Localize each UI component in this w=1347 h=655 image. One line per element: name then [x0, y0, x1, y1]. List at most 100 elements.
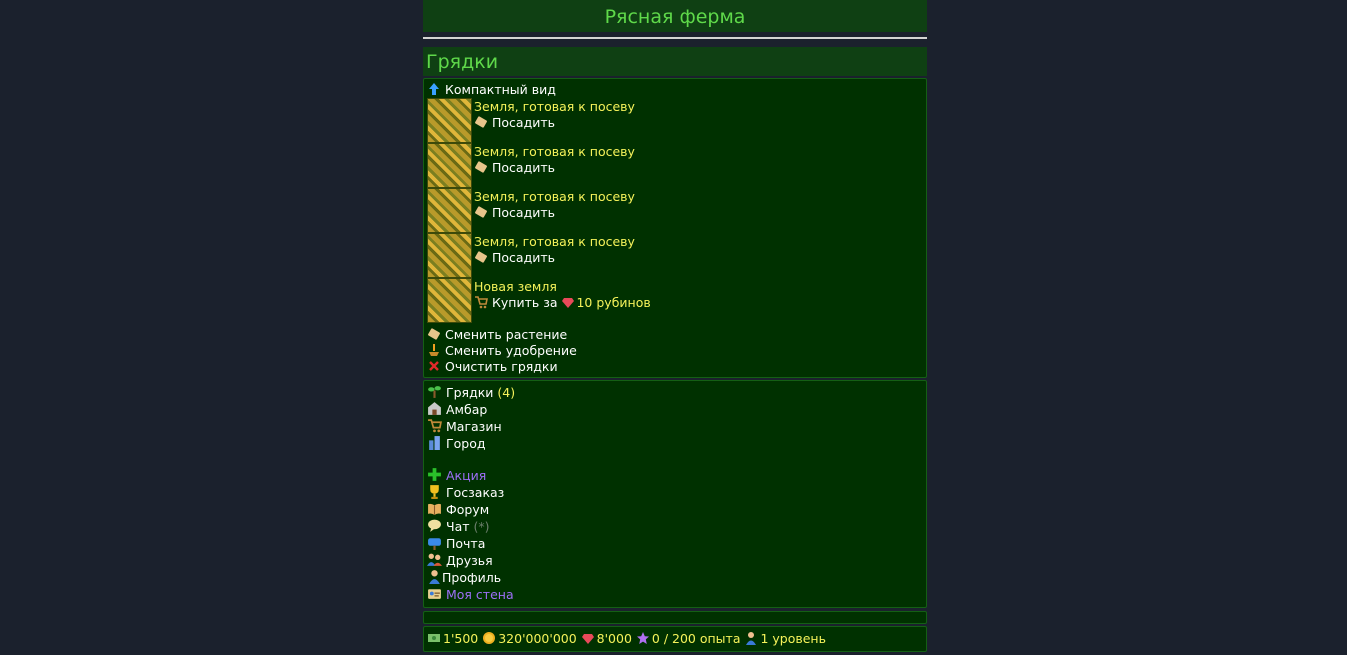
plot-status: Земля, готовая к посеву: [474, 144, 635, 159]
cart-icon: [428, 419, 442, 433]
section-title: Грядки: [423, 47, 927, 76]
nav-item-city[interactable]: Город: [427, 435, 923, 452]
nav-profile-label: Профиль: [442, 570, 502, 585]
seed-packet-icon: [475, 206, 487, 218]
ruby-icon: [562, 298, 575, 308]
nav-item-mail[interactable]: Почта: [427, 535, 923, 552]
nav-item-forum[interactable]: Форум: [427, 501, 923, 518]
nav-city-label: Город: [446, 436, 486, 451]
id-card-icon: [428, 589, 441, 599]
nav-barn-label: Амбар: [446, 402, 488, 417]
empty-panel: [423, 611, 927, 624]
speech-bubble-icon: [428, 519, 441, 532]
nav-mail-label: Почта: [446, 536, 486, 551]
nav-item-gov-order[interactable]: Госзаказ: [427, 484, 923, 501]
nav-promo-label: Акция: [446, 468, 487, 483]
change-plant-label: Сменить растение: [445, 327, 568, 342]
plant-label: Посадить: [492, 250, 555, 265]
change-fertilizer-label: Сменить удобрение: [445, 343, 577, 358]
soil-image: [427, 143, 472, 188]
change-plant-link[interactable]: Сменить растение: [427, 327, 923, 343]
friends-icon: [427, 553, 442, 566]
buy-label: Купить за: [492, 295, 558, 310]
nav-item-shop[interactable]: Магазин: [427, 418, 923, 435]
nav-item-wall[interactable]: Моя стена: [427, 586, 923, 603]
page: Рясная ферма Грядки Компактный вид Земля…: [423, 0, 927, 652]
seed-packet-icon: [428, 328, 440, 340]
soil-image: [427, 233, 472, 278]
change-fertilizer-link[interactable]: Сменить удобрение: [427, 343, 923, 359]
nav-beds-label: Грядки: [446, 385, 494, 400]
nav-item-friends[interactable]: Друзья: [427, 552, 923, 569]
plant-button[interactable]: Посадить: [474, 250, 635, 266]
plot-row: Земля, готовая к посеву Посадить: [427, 188, 923, 233]
close-icon: [429, 361, 439, 371]
soil-image: [427, 188, 472, 233]
clear-beds-link[interactable]: Очистить грядки: [427, 359, 923, 375]
seed-packet-icon: [475, 116, 487, 128]
plant-label: Посадить: [492, 160, 555, 175]
cart-icon: [475, 296, 488, 309]
nav-friends-label: Друзья: [446, 553, 493, 568]
clear-beds-label: Очистить грядки: [445, 359, 558, 374]
nav-forum-label: Форум: [446, 502, 490, 517]
page-title: Рясная ферма: [423, 0, 927, 32]
fertilizer-icon: [429, 344, 439, 356]
sprout-icon: [428, 386, 441, 398]
book-icon: [428, 503, 441, 515]
plot-row: Земля, готовая к посеву Посадить: [427, 98, 923, 143]
plot-row: Земля, готовая к посеву Посадить: [427, 233, 923, 278]
plot-row: Земля, готовая к посеву Посадить: [427, 143, 923, 188]
arrow-up-icon: [429, 83, 439, 95]
nav-gov-order-label: Госзаказ: [446, 485, 505, 500]
city-icon: [429, 436, 440, 450]
beds-count-badge: (4): [497, 385, 516, 400]
level-value: 1 уровень: [760, 631, 826, 646]
plot-status: Земля, готовая к посеву: [474, 99, 635, 114]
plot-status: Земля, готовая к посеву: [474, 234, 635, 249]
nav-chat-label: Чат: [446, 519, 470, 534]
nav-item-profile[interactable]: Профиль: [427, 569, 923, 586]
nav-wall-label: Моя стена: [446, 587, 514, 602]
cash-icon: [428, 634, 440, 642]
user-icon: [429, 570, 440, 584]
nav-item-barn[interactable]: Амбар: [427, 401, 923, 418]
divider: [423, 37, 927, 39]
soil-image: [427, 98, 472, 143]
chat-badge: (*): [473, 519, 490, 534]
status-bar: 1'500 320'000'000 8'000 0 / 200 опыта 1 …: [423, 626, 927, 652]
price-label: 10 рубинов: [576, 295, 651, 310]
soil-image: [427, 278, 472, 323]
plant-button[interactable]: Посадить: [474, 160, 635, 176]
user-icon: [746, 632, 757, 645]
coin-icon: [483, 632, 496, 644]
coins-value: 320'000'000: [498, 631, 577, 646]
nav-shop-label: Магазин: [446, 419, 502, 434]
plant-label: Посадить: [492, 115, 555, 130]
plant-button[interactable]: Посадить: [474, 205, 635, 221]
nav-item-beds[interactable]: Грядки (4): [427, 384, 923, 401]
compact-view-link[interactable]: Компактный вид: [427, 82, 923, 98]
barn-icon: [428, 402, 441, 415]
new-land-title: Новая земля: [474, 279, 557, 294]
rubies-value: 8'000: [596, 631, 632, 646]
compact-view-label: Компактный вид: [445, 82, 556, 97]
plus-icon: [428, 468, 441, 481]
experience-value: 0 / 200 опыта: [651, 631, 741, 646]
navigation-menu: Грядки (4) Амбар Магазин Город Акция Гос…: [423, 380, 927, 608]
plant-label: Посадить: [492, 205, 555, 220]
seed-packet-icon: [475, 161, 487, 173]
buy-land-button[interactable]: Купить за 10 рубинов: [474, 295, 651, 311]
ruby-icon: [581, 634, 594, 644]
star-icon: [636, 632, 649, 644]
trophy-icon: [430, 485, 439, 499]
beds-panel: Компактный вид Земля, готовая к посеву П…: [423, 78, 927, 378]
seed-packet-icon: [475, 251, 487, 263]
plot-row-new-land: Новая земля Купить за 10 рубинов: [427, 278, 923, 323]
nav-item-promo[interactable]: Акция: [427, 467, 923, 484]
cash-value: 1'500: [443, 631, 479, 646]
plant-button[interactable]: Посадить: [474, 115, 635, 131]
nav-item-chat[interactable]: Чат (*): [427, 518, 923, 535]
plot-status: Земля, готовая к посеву: [474, 189, 635, 204]
mailbox-icon: [428, 538, 441, 550]
